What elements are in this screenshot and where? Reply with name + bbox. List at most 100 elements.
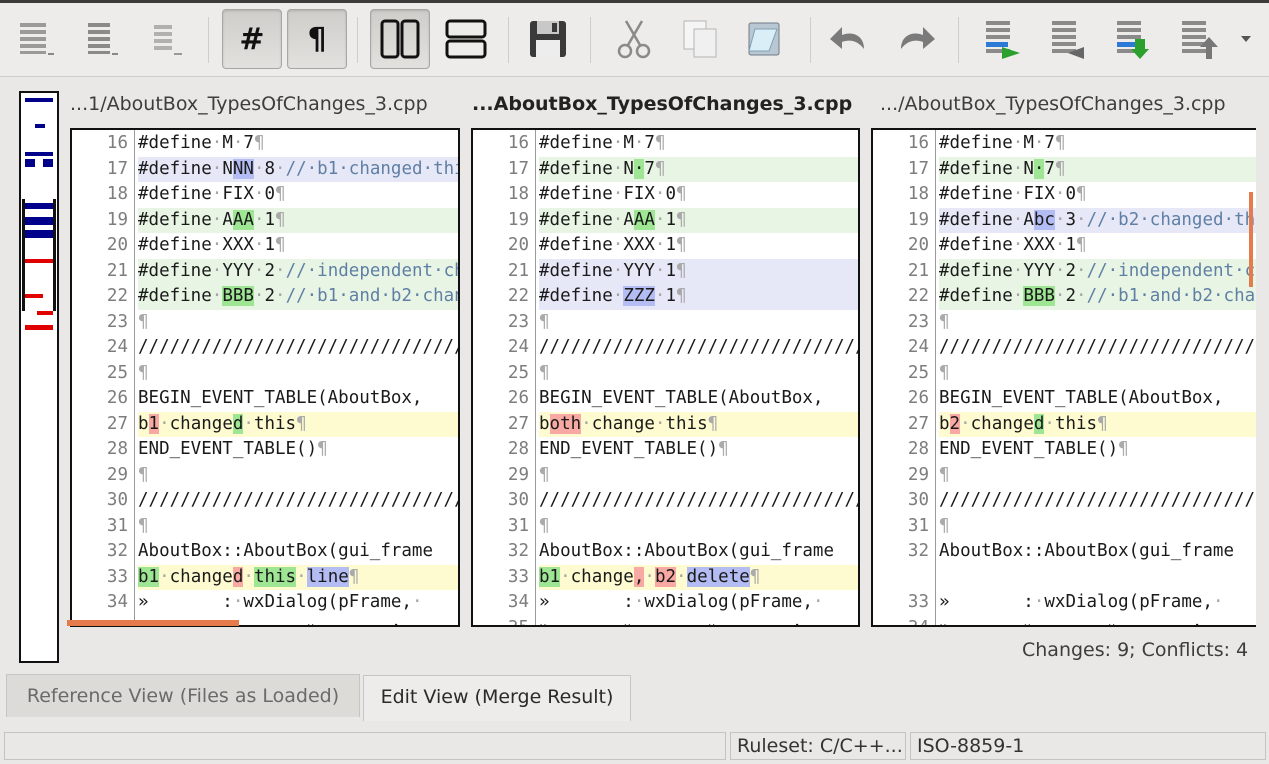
line-text[interactable]: BEGIN_EVENT_TABLE(AboutBox, xyxy=(138,386,458,412)
file-a-pane[interactable]: 16 #define·M·7¶ 17 #define·NNN·8·//·b1·chan… xyxy=(70,128,460,627)
more-tools-button[interactable] xyxy=(1226,9,1266,69)
code-line[interactable]: 24 ///////////////////////////////// xyxy=(873,335,1256,361)
code-line[interactable]: 29 ¶ xyxy=(873,463,1256,489)
code-line[interactable]: 33 b1·changed·this·line¶ xyxy=(72,564,458,590)
cut-button[interactable] xyxy=(604,9,664,69)
line-text[interactable]: b1·changed·this·line¶ xyxy=(138,564,458,590)
line-text[interactable]: #define·N·7¶ xyxy=(939,156,1256,182)
line-text[interactable]: ///////////////////////////////// xyxy=(939,335,1256,361)
code-line[interactable]: 25 ¶ xyxy=(473,361,858,387)
tab-reference-view[interactable]: Reference View (Files as Loaded) xyxy=(6,674,360,717)
code-line[interactable]: 30 ///////////////////////////////// xyxy=(72,488,458,514)
line-text[interactable]: ¶ xyxy=(138,514,458,540)
code-line[interactable]: 33 » :·wxDialog(pFrame,· xyxy=(873,590,1256,616)
code-line[interactable]: 22 #define·BBB·2·//·b1·and·b2·changed xyxy=(72,284,458,310)
line-text[interactable]: END_EVENT_TABLE()¶ xyxy=(939,437,1256,463)
show-whitespace-toggle[interactable]: ¶ xyxy=(287,9,347,69)
line-text[interactable]: ///////////////////////////////// xyxy=(939,488,1256,514)
code-line[interactable]: 19 #define·Abc·3·//·b2·changed·this xyxy=(873,207,1256,233)
code-line[interactable]: 34 » :·wxDialog(pFrame,· xyxy=(473,590,858,616)
code-line[interactable]: 26 BEGIN_EVENT_TABLE(AboutBox, xyxy=(72,386,458,412)
code-line[interactable]: 28 END_EVENT_TABLE()¶ xyxy=(72,437,458,463)
line-text[interactable]: #define·N·7¶ xyxy=(539,156,858,182)
paste-button[interactable] xyxy=(735,9,795,69)
code-line[interactable]: 22 #define·ZZZ·1¶ xyxy=(473,284,858,310)
file-a-header[interactable]: ...1/AboutBox_TypesOfChanges_3.cpp xyxy=(70,93,460,119)
code-line[interactable]: 26 BEGIN_EVENT_TABLE(AboutBox, xyxy=(873,386,1256,412)
code-line[interactable]: 18 #define·FIX·0¶ xyxy=(873,182,1256,208)
code-line[interactable]: 34 » » » :· xyxy=(873,616,1256,626)
copy-button[interactable] xyxy=(670,9,730,69)
code-line[interactable]: 27 b1·changed·this¶ xyxy=(72,411,458,437)
code-line[interactable]: 16 #define·M·7¶ xyxy=(473,131,858,157)
code-line[interactable]: 20 #define·XXX·1¶ xyxy=(873,233,1256,259)
show-line-numbers-toggle[interactable]: # xyxy=(222,9,282,69)
code-line[interactable]: 23 ¶ xyxy=(473,310,858,336)
code-line[interactable]: 21 #define·YYY·2·//·independent·change xyxy=(873,258,1256,284)
choose-b-button[interactable] xyxy=(1036,9,1096,69)
line-text[interactable]: #define·FIX·0¶ xyxy=(539,182,858,208)
code-line[interactable]: 28 END_EVENT_TABLE()¶ xyxy=(473,437,858,463)
line-text[interactable]: ¶ xyxy=(138,310,458,336)
line-text[interactable]: ¶ xyxy=(138,463,458,489)
split-vertical-toggle[interactable] xyxy=(370,9,430,69)
code-line[interactable]: 17 #define·N·7¶ xyxy=(873,156,1256,182)
line-text[interactable]: #define·YYY·2·//·independent·change xyxy=(939,258,1256,284)
encoding-status[interactable]: ISO-8859-1 xyxy=(910,732,1266,760)
code-line[interactable]: 18 #define·FIX·0¶ xyxy=(72,182,458,208)
line-text[interactable]: » » » :· xyxy=(939,616,1256,626)
code-line[interactable]: 17 #define·NNN·8·//·b1·changed·this xyxy=(72,156,458,182)
line-text[interactable]: #define·XXX·1¶ xyxy=(539,233,858,259)
line-text[interactable]: both·change·this¶ xyxy=(539,411,858,437)
code-line[interactable]: 25 ¶ xyxy=(72,361,458,387)
line-text[interactable]: #define·Abc·3·//·b2·changed·this xyxy=(939,207,1256,233)
file-c-pane[interactable]: 16 #define·M·7¶ 17 #define·N·7¶ 18 #define·FI… xyxy=(871,128,1256,627)
file-c-header[interactable]: .../AboutBox_TypesOfChanges_3.cpp xyxy=(880,93,1260,119)
code-line[interactable]: 23 ¶ xyxy=(873,310,1256,336)
code-line[interactable]: 20 #define·XXX·1¶ xyxy=(473,233,858,259)
code-line[interactable]: 34 » :·wxDialog(pFrame,· xyxy=(72,590,458,616)
line-text[interactable]: ¶ xyxy=(939,514,1256,540)
horizontal-scroll-indicator[interactable] xyxy=(67,620,239,626)
line-text[interactable]: #define·YYY·2·//·independent·change xyxy=(138,258,458,284)
code-line[interactable]: 30 ///////////////////////////////// xyxy=(473,488,858,514)
goto-current-delta-button[interactable] xyxy=(6,9,66,69)
code-line[interactable]: 22 #define·BBB·2·//·b1·and·b2·changed xyxy=(873,284,1256,310)
code-line[interactable]: 26 BEGIN_EVENT_TABLE(AboutBox, xyxy=(473,386,858,412)
line-text[interactable]: ¶ xyxy=(939,463,1256,489)
line-text[interactable]: b1·change,·b2·delete¶ xyxy=(539,564,858,590)
file-b-pane[interactable]: 16 #define·M·7¶ 17 #define·N·7¶ 18 #define·FI… xyxy=(471,128,860,627)
line-text[interactable]: ¶ xyxy=(539,310,858,336)
code-line[interactable]: 29 ¶ xyxy=(473,463,858,489)
line-text[interactable]: BEGIN_EVENT_TABLE(AboutBox, xyxy=(939,386,1256,412)
goto-top-button[interactable] xyxy=(1166,9,1226,69)
line-text[interactable]: » :·wxDialog(pFrame,· xyxy=(138,590,458,616)
goto-current-conflict-button[interactable] xyxy=(70,9,130,69)
line-text[interactable]: ¶ xyxy=(539,463,858,489)
line-text[interactable]: #define·BBB·2·//·b1·and·b2·changed xyxy=(138,284,458,310)
line-text[interactable]: ¶ xyxy=(539,514,858,540)
file-b-header[interactable]: ...AboutBox_TypesOfChanges_3.cpp xyxy=(472,93,862,119)
code-line[interactable]: 19 #define·AAA·1¶ xyxy=(72,207,458,233)
tab-edit-view[interactable]: Edit View (Merge Result) xyxy=(363,675,631,721)
choose-a-button[interactable] xyxy=(970,9,1030,69)
code-line[interactable]: 18 #define·FIX·0¶ xyxy=(473,182,858,208)
diff-overview-bar[interactable] xyxy=(19,91,59,663)
line-text[interactable]: #define·M·7¶ xyxy=(939,131,1256,157)
code-line[interactable]: 24 ///////////////////////////////// xyxy=(72,335,458,361)
line-text[interactable]: #define·M·7¶ xyxy=(138,131,458,157)
code-line[interactable]: 32 AboutBox::AboutBox(gui_frame xyxy=(72,539,458,565)
code-line[interactable]: 16 #define·M·7¶ xyxy=(72,131,458,157)
line-text[interactable]: ///////////////////////////////// xyxy=(539,488,858,514)
code-line[interactable]: 27 both·change·this¶ xyxy=(473,411,858,437)
code-line[interactable]: 31 ¶ xyxy=(873,514,1256,540)
code-line[interactable]: 19 #define·AAA·1¶ xyxy=(473,207,858,233)
undo-button[interactable] xyxy=(820,9,880,69)
line-text[interactable]: #define·NNN·8·//·b1·changed·this xyxy=(138,156,458,182)
line-text[interactable]: #define·AAA·1¶ xyxy=(539,207,858,233)
line-text[interactable]: ¶ xyxy=(939,361,1256,387)
line-text[interactable]: #define·AAA·1¶ xyxy=(138,207,458,233)
code-line[interactable]: 32 AboutBox::AboutBox(gui_frame xyxy=(473,539,858,565)
line-text[interactable]: ///////////////////////////////// xyxy=(138,488,458,514)
code-line[interactable]: 24 ///////////////////////////////// xyxy=(473,335,858,361)
